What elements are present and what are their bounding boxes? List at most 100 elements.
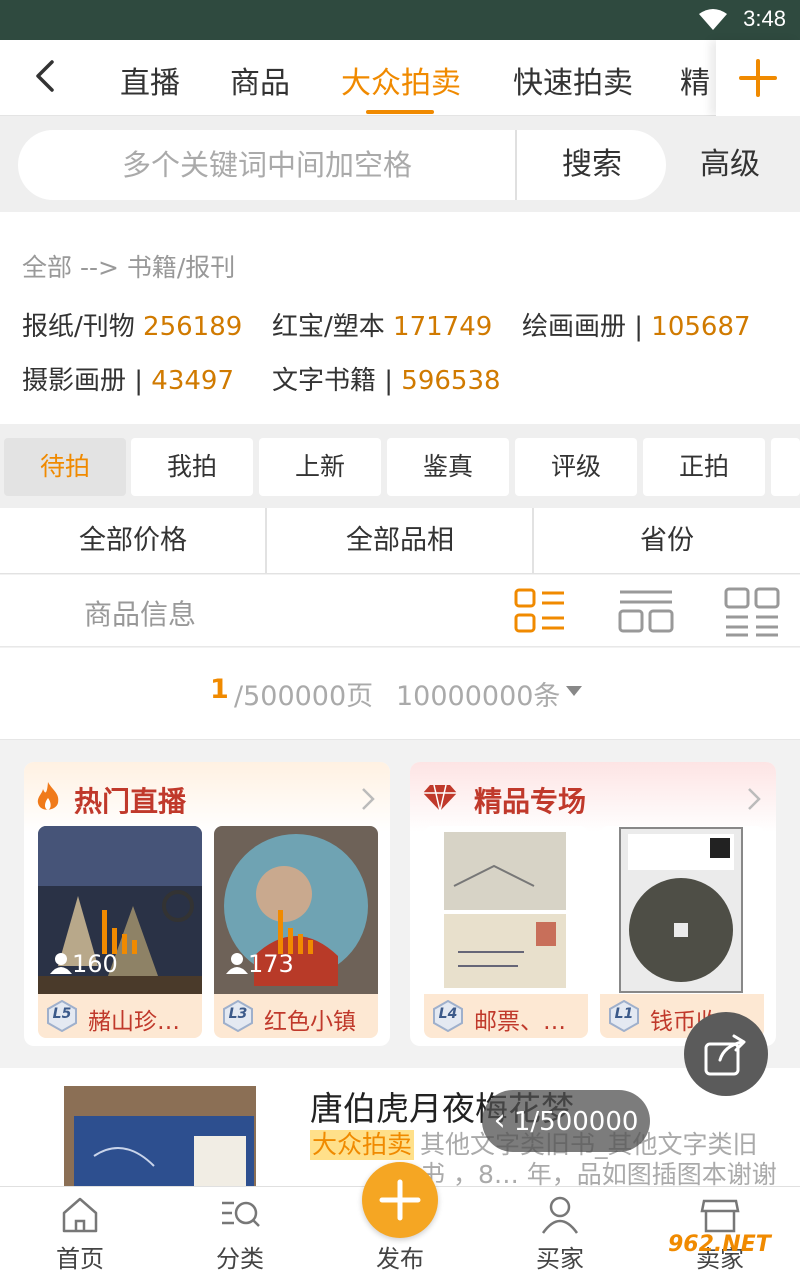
live-room-item[interactable]: 160 L5 赭山珍… [38, 826, 202, 1038]
viewer-count: 173 [226, 950, 294, 978]
chip-authentic[interactable]: 鉴真 [387, 438, 509, 496]
category-name: 红宝/塑本 [272, 312, 385, 342]
province-filter[interactable]: 省份 [534, 508, 800, 574]
item-footer: L4 邮票、… [424, 994, 588, 1038]
diamond-icon [423, 784, 457, 812]
category-count: 105687 [651, 312, 751, 342]
grid-view-icon[interactable] [724, 587, 780, 637]
session-item[interactable]: L1 钱币收… [600, 826, 764, 1038]
watermark: 962.NET [668, 1232, 771, 1257]
tab-goods[interactable]: 商品 [230, 58, 290, 102]
category-panel: 全部 --> 书籍/报刊 报纸/刊物 256189 红宝/塑本 171749 绘… [0, 212, 800, 424]
chip-pending[interactable]: 待拍 [4, 438, 126, 496]
current-page: 1 [210, 674, 229, 705]
shop-icon [700, 1199, 740, 1233]
chip-new[interactable]: 上新 [259, 438, 381, 496]
home-icon [62, 1197, 98, 1233]
category-item[interactable]: 红宝/塑本 171749 [272, 306, 492, 343]
category-item[interactable]: 报纸/刊物 256189 [22, 306, 242, 343]
list-view-icon[interactable] [514, 587, 566, 635]
search-divider [515, 130, 517, 200]
category-item[interactable]: 摄影画册 | 43497 [22, 360, 234, 397]
wifi-icon [699, 9, 727, 30]
top-tab-bar: 直播 商品 大众拍卖 快速拍卖 精 [0, 40, 800, 116]
search-button[interactable]: 搜索 [518, 130, 666, 200]
live-room-name: 赭山珍… [88, 1009, 180, 1035]
promo-title: 精品专场 [474, 785, 587, 818]
chevron-right-icon[interactable] [746, 786, 762, 812]
nav-label: 首页 [56, 1245, 104, 1273]
chevron-right-icon[interactable] [360, 786, 376, 812]
large-card-view-icon[interactable] [618, 587, 674, 635]
plus-icon [379, 1179, 421, 1221]
session-item[interactable]: L4 邮票、… [424, 826, 588, 1038]
item-footer: L5 赭山珍… [38, 994, 202, 1038]
viewer-count: 160 [50, 950, 118, 978]
total-count: 10000000条 [396, 681, 561, 712]
live-indicator-icon [102, 910, 137, 954]
category-name: 文字书籍 | [272, 366, 394, 396]
share-icon [704, 1034, 746, 1076]
status-time: 3:48 [743, 6, 786, 31]
live-indicator-icon [278, 910, 313, 954]
nav-label: 发布 [376, 1245, 424, 1273]
advanced-search-button[interactable]: 高级 [680, 130, 780, 200]
category-count: 256189 [143, 312, 243, 342]
category-name: 摄影画册 | [22, 366, 144, 396]
total-pages: /500000页 [234, 681, 374, 712]
flame-icon [37, 782, 59, 810]
nav-buyer[interactable]: 买家 [500, 1187, 620, 1280]
search-bar: 搜索 高级 [0, 116, 800, 212]
product-info-label[interactable]: 商品信息 [84, 593, 196, 633]
session-thumbnail [600, 826, 764, 996]
item-footer: L3 红色小镇 [214, 994, 378, 1038]
hot-live-card[interactable]: 热门直播 160 L5 赭山珍… 173 L3 红色小镇 [24, 762, 390, 1046]
category-count: 596538 [401, 366, 501, 396]
auction-type-tag: 大众拍卖 [310, 1130, 415, 1160]
search-list-icon [222, 1201, 260, 1227]
category-count: 171749 [393, 312, 493, 342]
product-thumbnail [64, 1086, 256, 1188]
category-name: 绘画画册 | [522, 312, 644, 342]
search-box: 搜索 [18, 130, 666, 200]
tab-public-auction[interactable]: 大众拍卖 [341, 58, 461, 102]
view-mode-row: 商品信息 [0, 575, 800, 647]
chip-my-bids[interactable]: 我拍 [131, 438, 253, 496]
search-input[interactable] [18, 130, 516, 200]
nav-home[interactable]: 首页 [20, 1187, 140, 1280]
chip-more[interactable] [771, 438, 800, 496]
tab-more[interactable]: 精 [680, 58, 710, 102]
condition-filter[interactable]: 全部品相 [267, 508, 533, 574]
price-filter[interactable]: 全部价格 [0, 508, 266, 574]
tab-quick-auction[interactable]: 快速拍卖 [513, 58, 633, 102]
session-name: 邮票、… [474, 1009, 566, 1035]
chip-live-auction[interactable]: 正拍 [643, 438, 765, 496]
add-tab-button[interactable] [716, 40, 800, 116]
tab-live[interactable]: 直播 [120, 58, 180, 102]
share-button[interactable] [684, 1012, 768, 1096]
nav-category[interactable]: 分类 [180, 1187, 300, 1280]
level-badge-text: L5 [52, 1006, 72, 1022]
category-name: 报纸/刊物 [22, 312, 135, 342]
filter-bar: 全部价格 全部品相 省份 [0, 508, 800, 574]
page-indicator: ‹ 1/500000 [482, 1090, 650, 1152]
nav-label: 分类 [216, 1245, 264, 1273]
publish-button[interactable] [362, 1162, 438, 1238]
live-room-item[interactable]: 173 L3 红色小镇 [214, 826, 378, 1038]
premium-session-card[interactable]: 精品专场 L4 邮票、… L1 钱币收… [410, 762, 776, 1046]
category-count: 43497 [151, 366, 235, 396]
category-item[interactable]: 文字书籍 | 596538 [272, 360, 501, 397]
dropdown-caret-icon[interactable] [566, 686, 582, 696]
person-icon [541, 1196, 579, 1234]
status-chip-row: 待拍 我拍 上新 鉴真 评级 正拍 [0, 424, 800, 508]
breadcrumb[interactable]: 全部 --> 书籍/报刊 [22, 248, 235, 284]
promo-header: 热门直播 [24, 762, 390, 832]
level-badge-text: L3 [228, 1006, 248, 1022]
promo-title: 热门直播 [74, 785, 187, 818]
pagination-bar[interactable]: 1 /500000页 10000000条 [0, 648, 800, 740]
back-arrow-icon[interactable] [26, 56, 66, 96]
category-item[interactable]: 绘画画册 | 105687 [522, 306, 751, 343]
person-icon [50, 953, 72, 974]
chip-graded[interactable]: 评级 [515, 438, 637, 496]
live-room-name: 红色小镇 [264, 1009, 356, 1035]
